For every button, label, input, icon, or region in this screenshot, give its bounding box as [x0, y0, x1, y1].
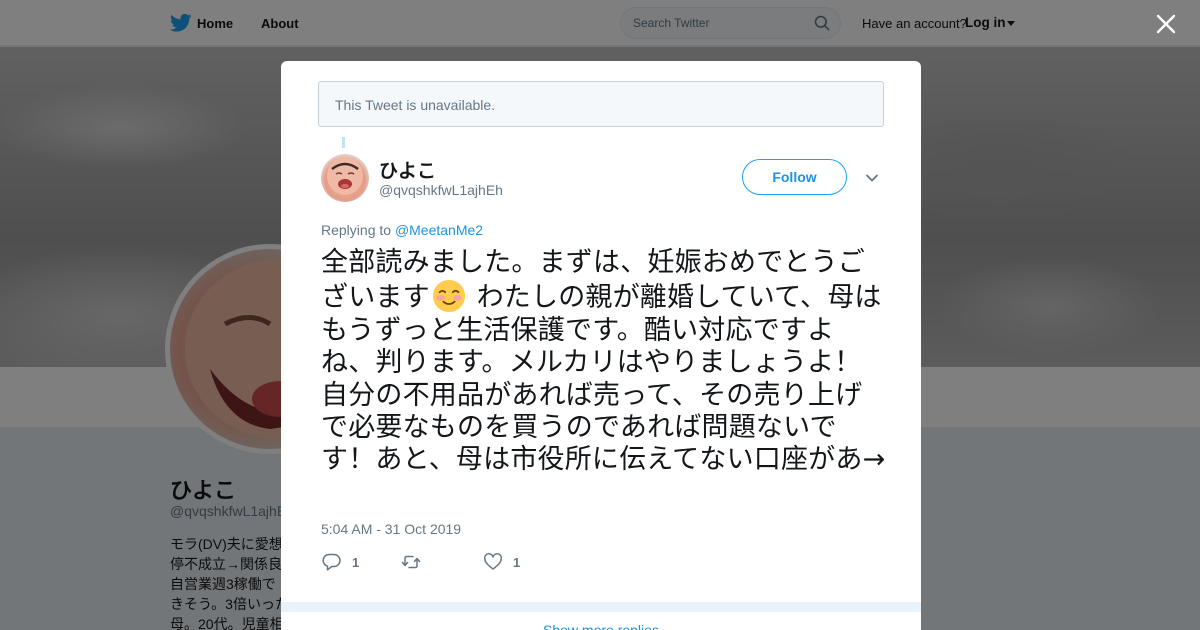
thread-connector-line [342, 137, 345, 148]
like-count: 1 [513, 555, 521, 570]
tweet-author-handle[interactable]: @qvqshkfwL1ajhEh [379, 182, 503, 198]
smiling-face-with-blush-emoji-icon [432, 280, 465, 313]
replying-prefix: Replying to [321, 222, 395, 238]
replying-to-line: Replying to @MeetanMe2 [321, 222, 483, 238]
reply-icon[interactable] [322, 552, 342, 572]
baby-avatar-image [327, 157, 363, 195]
replying-to-link[interactable]: @MeetanMe2 [395, 222, 483, 238]
tweet-author-name[interactable]: ひよこ [379, 156, 436, 183]
tweet-unavailable-notice: This Tweet is unavailable. [318, 81, 884, 127]
follow-button[interactable]: Follow [742, 159, 847, 195]
tweet-timestamp[interactable]: 5:04 AM - 31 Oct 2019 [321, 521, 461, 537]
modal-divider [281, 602, 921, 612]
reply-count: 1 [352, 555, 360, 570]
close-icon[interactable] [1154, 12, 1178, 36]
tweet-author-avatar[interactable] [321, 154, 369, 202]
tweet-text: 全部読みました。まずは、妊娠おめでとうございます わたしの親が離婚していて、母は… [321, 247, 886, 477]
show-more-replies-link[interactable]: Show more replies [543, 622, 659, 630]
tweet-modal: This Tweet is unavailable. ひよこ @qvqshkfw… [281, 61, 921, 630]
retweet-icon[interactable] [401, 552, 421, 572]
chevron-down-icon[interactable] [865, 171, 879, 185]
heart-icon[interactable] [483, 552, 503, 572]
unavailable-text: This Tweet is unavailable. [335, 97, 496, 113]
